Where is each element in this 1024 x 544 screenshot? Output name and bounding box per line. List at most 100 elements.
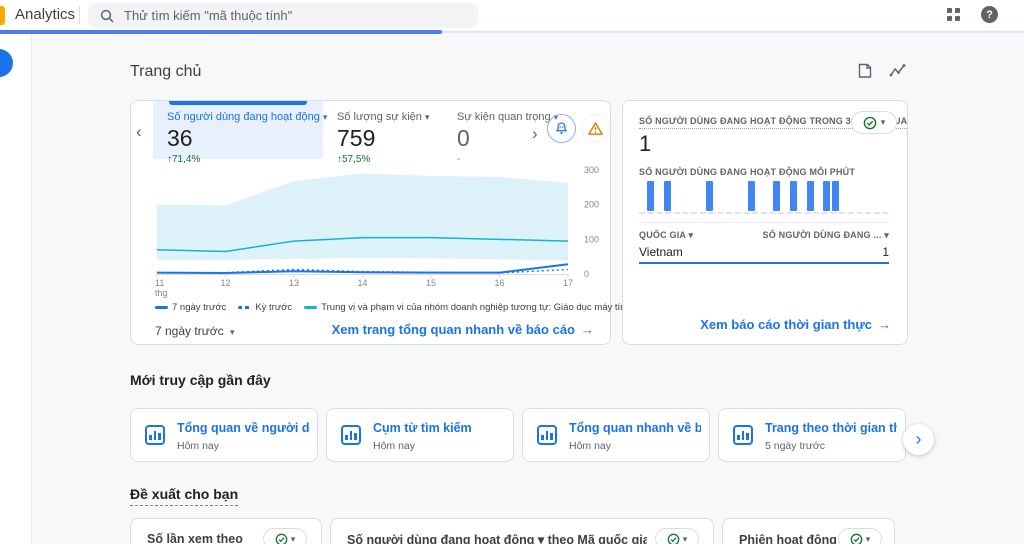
metric-value: 36 bbox=[167, 125, 193, 151]
legend-label: 7 ngày trước bbox=[172, 302, 227, 313]
minute-bar-slot bbox=[857, 181, 864, 211]
reports-snapshot-link[interactable]: Xem trang tổng quan nhanh về báo cáo → bbox=[332, 322, 594, 337]
minute-bar bbox=[789, 181, 797, 211]
app-title: Analytics bbox=[15, 6, 76, 23]
minute-bar-slot bbox=[781, 181, 788, 211]
bar-chart-baseline bbox=[639, 212, 889, 214]
recent-card-reports-snapshot[interactable]: Tổng quan nhanh về báo cáo Hôm nay bbox=[522, 408, 710, 462]
users-cell: 1 bbox=[882, 245, 889, 259]
minute-bar-slot bbox=[647, 181, 655, 211]
svg-text:17: 17 bbox=[563, 278, 573, 288]
realtime-report-link[interactable]: Xem báo cáo thời gian thực → bbox=[700, 317, 891, 332]
svg-text:16: 16 bbox=[494, 278, 504, 288]
per-minute-label: SỐ NGƯỜI DÙNG ĐANG HOẠT ĐỘNG MỖI PHÚT bbox=[639, 167, 856, 177]
date-range-selector[interactable]: 7 ngày trước ▾ bbox=[155, 324, 234, 338]
minute-bar-slot bbox=[831, 181, 839, 211]
minute-bar-slot bbox=[714, 181, 721, 211]
search-input[interactable]: Thử tìm kiếm "mã thuộc tính" bbox=[88, 3, 478, 28]
legend-label: Trung vị và phạm vi của nhóm doanh nghiệ… bbox=[321, 302, 631, 313]
minute-bar-slot bbox=[639, 181, 646, 211]
users-per-minute-bar-chart bbox=[639, 181, 889, 211]
metric-value: 759 bbox=[337, 125, 376, 151]
minute-bar-slot bbox=[705, 181, 713, 211]
suggestion-card-views[interactable]: Số lần xem theo ▾ bbox=[130, 518, 322, 544]
status-pill[interactable]: ▾ bbox=[838, 528, 882, 544]
tab-active-users[interactable]: Số người dùng đang hoạt động ▾ 36 ↑71,4% bbox=[153, 101, 327, 165]
svg-text:12: 12 bbox=[220, 278, 230, 288]
chevron-right-icon: › bbox=[915, 429, 922, 449]
caret-down-icon: ▾ bbox=[880, 117, 886, 127]
carousel-next-button[interactable]: › bbox=[903, 424, 934, 455]
recent-card-subtitle: Hôm nay bbox=[569, 440, 612, 452]
minute-bar-slot bbox=[840, 181, 847, 211]
realtime-card: SỐ NGƯỜI DÙNG ĐANG HOẠT ĐỘNG TRONG 30 PH… bbox=[622, 100, 908, 345]
suggestion-card-sessions[interactable]: Phiên hoạt động ▾ theo ▾ bbox=[722, 518, 895, 544]
tab-label: Sự kiện quan trọng bbox=[457, 111, 551, 123]
tabs-scroll-left-icon[interactable]: ‹ bbox=[136, 123, 142, 140]
help-icon[interactable]: ? bbox=[981, 6, 998, 23]
suggestion-card-active-users-by-country[interactable]: Số người dùng đang hoạt động ▾ theo Mã q… bbox=[330, 518, 714, 544]
minute-bar bbox=[806, 181, 814, 211]
recent-card-subtitle: 5 ngày trước bbox=[765, 440, 826, 452]
recent-card-title: Tổng quan về người dùng bbox=[177, 421, 309, 435]
minute-bar-slot bbox=[731, 181, 738, 211]
country-cell: Vietnam bbox=[639, 245, 683, 259]
nav-home-icon[interactable] bbox=[0, 49, 13, 77]
caret-down-icon: ▾ bbox=[884, 230, 889, 240]
minute-bar-slot bbox=[874, 181, 881, 211]
legend-swatch-previous bbox=[238, 305, 252, 309]
minute-bar bbox=[647, 181, 655, 211]
check-circle-icon bbox=[275, 533, 288, 544]
check-circle-icon bbox=[667, 533, 680, 544]
insights-bell-icon[interactable] bbox=[547, 114, 576, 143]
minute-bar bbox=[823, 181, 831, 211]
minute-bar-slot bbox=[681, 181, 688, 211]
status-pill[interactable]: ▾ bbox=[263, 528, 307, 544]
minute-bar-slot bbox=[723, 181, 730, 211]
users-column-header[interactable]: SỐ NGƯỜI DÙNG ĐANG ... ▾ bbox=[763, 230, 889, 241]
minute-bar-slot bbox=[789, 181, 797, 211]
minute-bar-slot bbox=[772, 181, 780, 211]
suggestions-section-title: Đề xuất cho bạn bbox=[130, 486, 239, 506]
minute-bar-slot bbox=[882, 181, 889, 211]
active-tab-indicator bbox=[169, 101, 307, 105]
arrow-right-icon: → bbox=[878, 317, 891, 332]
bar-chart-icon bbox=[733, 425, 753, 445]
country-column-header[interactable]: QUỐC GIA ▾ bbox=[639, 230, 693, 241]
realtime-status-pill[interactable]: ▾ bbox=[851, 111, 897, 134]
loading-bar-progress bbox=[0, 30, 442, 34]
recent-card-title: Trang theo thời gian thực bbox=[765, 421, 897, 435]
analytics-home-page: Analytics Thử tìm kiếm "mã thuộc tính" ?… bbox=[0, 0, 1024, 544]
bar-chart-icon bbox=[145, 425, 165, 445]
caret-down-icon: ▾ bbox=[290, 533, 296, 544]
overview-card: ‹ Số người dùng đang hoạt động ▾ 36 ↑71,4… bbox=[130, 100, 631, 345]
apps-grid-icon[interactable] bbox=[947, 8, 960, 21]
table-row[interactable]: Vietnam 1 bbox=[639, 245, 889, 259]
help-glyph: ? bbox=[986, 8, 993, 21]
minute-bar-slot bbox=[798, 181, 805, 211]
recent-card-search-terms[interactable]: Cụm từ tìm kiếm Hôm nay bbox=[326, 408, 514, 462]
notes-icon[interactable] bbox=[856, 62, 874, 80]
status-pill[interactable]: ▾ bbox=[655, 528, 699, 544]
arrow-right-icon: → bbox=[581, 322, 594, 337]
tabs-scroll-right-icon[interactable]: › bbox=[532, 125, 538, 142]
legend-label: Kỳ trước bbox=[255, 302, 293, 313]
suggestion-card-title: Số lần xem theo bbox=[147, 532, 243, 544]
minute-bar bbox=[747, 181, 755, 211]
check-circle-icon bbox=[850, 533, 863, 544]
suggestion-card-title: Phiên hoạt động ▾ theo bbox=[739, 533, 844, 544]
row-value-bar bbox=[639, 262, 889, 264]
insights-sparkline-icon[interactable] bbox=[889, 62, 907, 80]
caret-down-icon: ▾ bbox=[682, 533, 688, 544]
recent-card-user-overview[interactable]: Tổng quan về người dùng Hôm nay bbox=[130, 408, 318, 462]
legend-swatch-current bbox=[155, 305, 168, 309]
recent-card-realtime-pages[interactable]: Trang theo thời gian thực 5 ngày trước bbox=[718, 408, 906, 462]
warning-icon[interactable] bbox=[581, 114, 610, 143]
svg-text:15: 15 bbox=[426, 278, 436, 288]
tab-label: Số người dùng đang hoạt động bbox=[167, 111, 320, 123]
svg-text:thg: thg bbox=[155, 288, 168, 298]
active-users-trend-chart: 11 12 13 14 15 16 17 thg 0 100 200 300 bbox=[155, 165, 599, 298]
left-nav-rail bbox=[0, 34, 32, 544]
tab-event-count[interactable]: Số lượng sự kiện ▾ 759 ↑57,5% bbox=[323, 101, 441, 165]
minute-bar-slot bbox=[747, 181, 755, 211]
